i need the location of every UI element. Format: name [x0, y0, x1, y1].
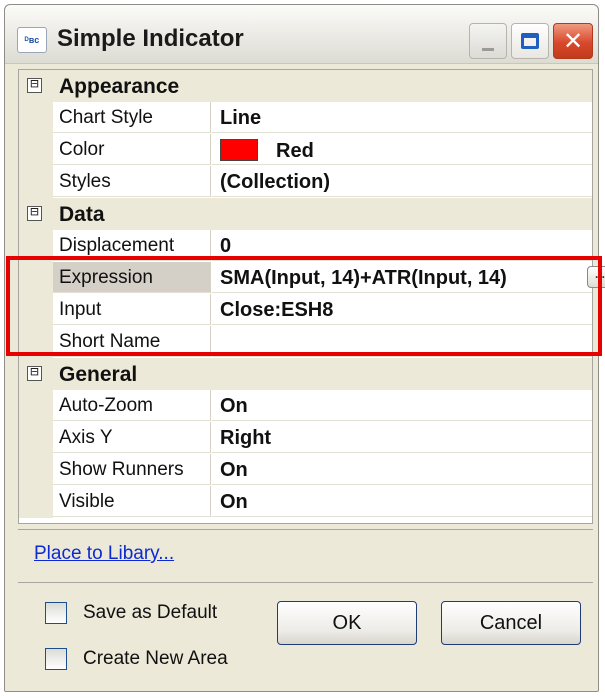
- color-swatch: [220, 139, 258, 161]
- row-gutter: [19, 294, 53, 326]
- property-value[interactable]: On: [212, 454, 592, 485]
- title-bar[interactable]: ᴰʙᴄ Simple Indicator ✕: [5, 5, 598, 64]
- property-value-color[interactable]: Red: [212, 134, 592, 165]
- create-new-area-label: Create New Area: [83, 648, 228, 669]
- category-label: General: [59, 363, 138, 386]
- cancel-button[interactable]: Cancel: [441, 601, 581, 645]
- save-as-default-label: Save as Default: [83, 602, 218, 623]
- property-row-short-name[interactable]: Short Name: [19, 326, 592, 358]
- property-value-expression[interactable]: SMA(Input, 14)+ATR(Input, 14) ...: [212, 262, 605, 293]
- collapse-icon[interactable]: ⊟: [27, 205, 42, 221]
- property-name: Visible: [53, 486, 211, 517]
- minimize-button[interactable]: [469, 23, 507, 59]
- property-name: Axis Y: [53, 422, 211, 453]
- row-gutter: [19, 134, 53, 166]
- place-to-library-link[interactable]: Place to Libary...: [34, 543, 174, 565]
- property-value[interactable]: Right: [212, 422, 592, 453]
- indicator-app-icon: ᴰʙᴄ: [17, 27, 47, 53]
- window-title: Simple Indicator: [57, 25, 244, 52]
- property-value[interactable]: Line: [212, 102, 592, 133]
- category-appearance[interactable]: ⊟ Appearance: [19, 70, 592, 102]
- category-data[interactable]: ⊟ Data: [19, 198, 592, 230]
- row-gutter: [19, 390, 53, 422]
- close-icon: ✕: [562, 27, 584, 55]
- property-name: Short Name: [53, 326, 211, 357]
- property-name: Styles: [53, 166, 211, 197]
- property-name: Color: [53, 134, 211, 165]
- category-label: Data: [59, 203, 105, 226]
- property-row-auto-zoom[interactable]: Auto-Zoom On: [19, 390, 592, 422]
- property-value[interactable]: (Collection): [212, 166, 592, 197]
- property-value[interactable]: [212, 326, 592, 357]
- property-value[interactable]: Close:ESH8: [212, 294, 592, 325]
- expression-text[interactable]: SMA(Input, 14)+ATR(Input, 14): [220, 267, 507, 289]
- maximize-icon: [521, 33, 539, 49]
- create-new-area-checkbox[interactable]: [45, 648, 67, 670]
- collapse-icon[interactable]: ⊟: [27, 77, 42, 93]
- property-name: Show Runners: [53, 454, 211, 485]
- property-row-axis-y[interactable]: Axis Y Right: [19, 422, 592, 454]
- row-gutter: [19, 326, 53, 358]
- property-row-displacement[interactable]: Displacement 0: [19, 230, 592, 262]
- category-label: Appearance: [59, 75, 180, 98]
- close-button[interactable]: ✕: [553, 23, 593, 59]
- property-name: Expression: [53, 262, 211, 293]
- maximize-button[interactable]: [511, 23, 549, 59]
- property-name: Auto-Zoom: [53, 390, 211, 421]
- row-gutter: [19, 230, 53, 262]
- save-as-default-checkbox[interactable]: [45, 602, 67, 624]
- property-value[interactable]: On: [212, 390, 592, 421]
- ok-button[interactable]: OK: [277, 601, 417, 645]
- row-gutter: [19, 102, 53, 134]
- property-value[interactable]: On: [212, 486, 592, 517]
- property-name: Chart Style: [53, 102, 211, 133]
- divider: [18, 582, 593, 583]
- property-row-expression[interactable]: Expression SMA(Input, 14)+ATR(Input, 14)…: [19, 262, 605, 294]
- row-gutter: [19, 486, 53, 518]
- property-grid: ⊟ Appearance Chart Style Line Color Red …: [18, 69, 605, 524]
- simple-indicator-dialog: ᴰʙᴄ Simple Indicator ✕ ⊟ Appearance Char…: [4, 4, 605, 692]
- property-row-input[interactable]: Input Close:ESH8: [19, 294, 592, 326]
- create-new-area-option[interactable]: Create New Area: [45, 645, 228, 673]
- category-general[interactable]: ⊟ General: [19, 358, 592, 390]
- property-row-chart-style[interactable]: Chart Style Line: [19, 102, 592, 134]
- minimize-icon: [482, 47, 494, 51]
- color-value-label: Red: [276, 140, 314, 162]
- collapse-icon[interactable]: ⊟: [27, 365, 42, 381]
- property-row-visible[interactable]: Visible On: [19, 486, 592, 518]
- save-as-default-option[interactable]: Save as Default: [45, 599, 217, 627]
- row-gutter: [19, 422, 53, 454]
- divider: [18, 529, 593, 530]
- property-row-show-runners[interactable]: Show Runners On: [19, 454, 592, 486]
- property-name: Displacement: [53, 230, 211, 261]
- property-name: Input: [53, 294, 211, 325]
- property-row-styles[interactable]: Styles (Collection): [19, 166, 592, 198]
- row-gutter: [19, 166, 53, 198]
- ellipsis-button[interactable]: ...: [587, 266, 605, 288]
- property-value[interactable]: 0: [212, 230, 592, 261]
- row-gutter: [19, 454, 53, 486]
- property-row-color[interactable]: Color Red: [19, 134, 592, 166]
- row-gutter: [19, 262, 53, 294]
